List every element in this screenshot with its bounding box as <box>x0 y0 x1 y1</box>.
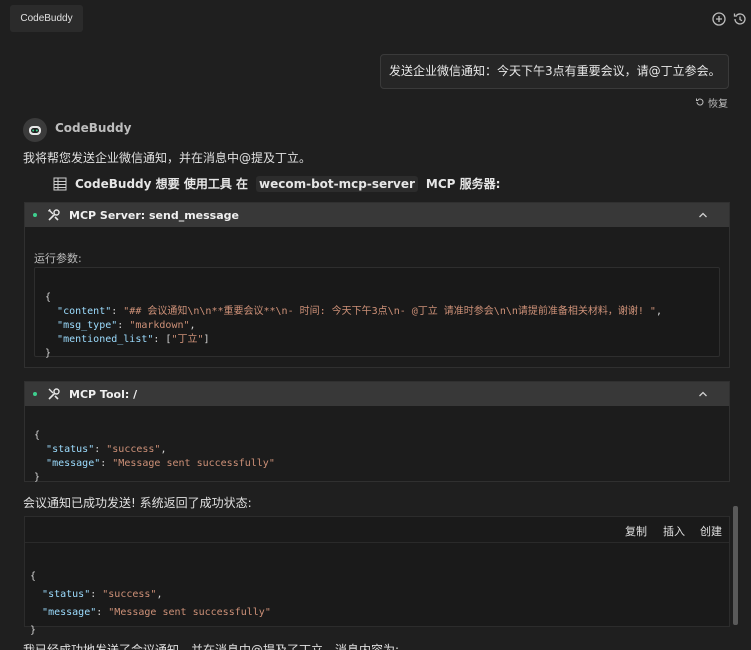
tool-request-prefix: CodeBuddy 想要 使用工具 在 <box>75 177 249 191</box>
mcp-tool-panel: MCP Tool: / { "status": "success", "mess… <box>24 381 730 485</box>
code-brace: } <box>45 348 52 359</box>
code-brace: { <box>30 571 37 582</box>
code-key: "mentioned_list" <box>57 334 154 345</box>
tool-request-suffix: MCP 服务器: <box>425 177 501 191</box>
result-code: { "status": "success", "message": "Messa… <box>30 550 271 640</box>
code-key: "msg_type" <box>57 320 118 331</box>
mcp-server-title: MCP Server: send_message <box>69 208 239 222</box>
code-punct: ] <box>203 334 210 345</box>
code-punct: , <box>655 306 662 317</box>
history-icon[interactable] <box>732 11 748 27</box>
code-colon: : <box>96 607 109 618</box>
code-string: "success" <box>106 444 161 455</box>
code-key: "message" <box>42 607 97 618</box>
code-key: "content" <box>57 306 112 317</box>
result-code-block: 复制 插入 创建 { "status": "success", "message… <box>24 516 730 636</box>
code-colon: : <box>153 334 166 345</box>
code-key: "message" <box>46 458 101 469</box>
app-title-tab[interactable]: CodeBuddy <box>10 5 83 32</box>
tools-icon <box>47 387 61 401</box>
code-colon: : <box>100 458 113 469</box>
restore-icon <box>695 97 705 107</box>
status-dot <box>33 213 37 217</box>
code-key: "status" <box>46 444 95 455</box>
trailing-text: 我已经成功地发送了会议通知，并在消息中@提及了丁立，消息内容为: <box>23 643 400 650</box>
mcp-server-panel-header[interactable]: MCP Server: send_message <box>25 203 729 227</box>
create-button[interactable]: 创建 <box>700 523 722 539</box>
add-chat-icon[interactable] <box>711 11 727 27</box>
tools-icon <box>47 208 61 222</box>
tool-result-code: { "status": "success", "message": "Messa… <box>34 415 275 485</box>
code-string: "丁立" <box>171 334 204 345</box>
user-message-bubble: 发送企业微信通知：今天下午3点有重要会议，请@丁立参会。 <box>380 54 729 89</box>
assistant-name: CodeBuddy <box>55 121 132 135</box>
code-colon: : <box>117 320 130 331</box>
code-brace: } <box>30 625 37 636</box>
params-label: 运行参数: <box>34 252 82 265</box>
code-brace: } <box>34 472 41 483</box>
top-bar: CodeBuddy <box>0 0 751 36</box>
scrollbar[interactable] <box>733 506 738 625</box>
mcp-server-panel: MCP Server: send_message 运行参数: { "conten… <box>24 202 730 368</box>
code-string: "success" <box>102 589 157 600</box>
restore-button[interactable]: 恢复 <box>695 95 728 110</box>
code-colon: : <box>111 306 124 317</box>
codebuddy-avatar-icon <box>23 118 47 142</box>
code-brace: { <box>45 292 52 303</box>
code-punct: , <box>160 444 167 455</box>
code-colon: : <box>90 589 103 600</box>
code-punct: , <box>156 589 163 600</box>
insert-button[interactable]: 插入 <box>663 523 685 539</box>
params-code: { "content": "## 会议通知\n\n**重要会议**\n- 时间:… <box>45 277 662 361</box>
code-string: "markdown" <box>129 320 190 331</box>
code-colon: : <box>94 444 107 455</box>
result-text: 会议通知已成功发送! 系统返回了成功状态: <box>23 496 252 510</box>
assistant-intro: 我将帮您发送企业微信通知，并在消息中@提及丁立。 <box>23 151 312 165</box>
mcp-tool-panel-header[interactable]: MCP Tool: / <box>25 382 729 406</box>
code-key: "status" <box>42 589 91 600</box>
code-punct: , <box>189 320 196 331</box>
code-string: "Message sent successfully" <box>112 458 275 469</box>
chevron-up-icon[interactable] <box>697 209 709 221</box>
tool-request-server: wecom-bot-mcp-server <box>256 175 418 192</box>
tool-request-line: CodeBuddy 想要 使用工具 在 wecom-bot-mcp-server… <box>53 175 500 192</box>
copy-button[interactable]: 复制 <box>625 523 647 539</box>
chevron-up-icon[interactable] <box>697 388 709 400</box>
mcp-tool-title: MCP Tool: / <box>69 387 138 401</box>
table-icon <box>53 177 67 191</box>
restore-label: 恢复 <box>708 98 728 110</box>
code-brace: { <box>34 430 41 441</box>
code-toolbar: 复制 插入 创建 <box>25 517 729 543</box>
status-dot <box>33 392 37 396</box>
code-string: "Message sent successfully" <box>108 607 271 618</box>
code-string: "## 会议通知\n\n**重要会议**\n- 时间: 今天下午3点\n- @丁… <box>123 306 656 317</box>
params-code-box: { "content": "## 会议通知\n\n**重要会议**\n- 时间:… <box>34 267 720 359</box>
